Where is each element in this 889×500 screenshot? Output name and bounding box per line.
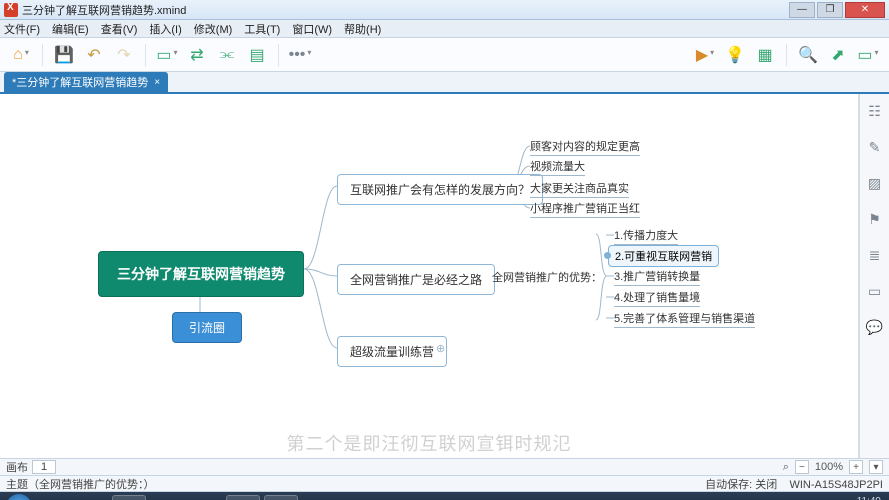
taskbar-app-3[interactable]: ◑ — [188, 495, 222, 500]
app-icon — [4, 3, 18, 17]
host-name: WIN-A15S48JP2PI — [789, 479, 883, 491]
leaf[interactable]: 3.推广营销转换量 — [614, 268, 700, 286]
topic-button[interactable]: ▭ — [156, 44, 178, 66]
close-button[interactable]: ✕ — [845, 2, 885, 18]
attachment-icon[interactable]: ▭ — [866, 282, 884, 300]
separator — [145, 44, 146, 66]
root-topic[interactable]: 三分钟了解互联网营销趋势 — [98, 251, 304, 297]
selection-handle[interactable] — [604, 252, 611, 259]
home-button[interactable]: ⌂ — [10, 44, 32, 66]
gantt-button[interactable]: ▦ — [754, 44, 776, 66]
leaf[interactable]: 1.传播力度大 — [614, 227, 678, 245]
toolbar: ⌂ 💾 ↶ ↷ ▭ ⇄ ⫘ ▤ ••• ▶ 💡 ▦ 🔍 ⬈ ▭ — [0, 38, 889, 72]
menu-modify[interactable]: 修改(M) — [194, 21, 233, 37]
outline-icon[interactable]: ☷ — [866, 102, 884, 120]
taskbar-ie-icon[interactable]: e — [36, 495, 70, 500]
leaf[interactable]: 小程序推广营销正当红 — [530, 200, 640, 218]
canvas[interactable]: 三分钟了解互联网营销趋势 引流圈 互联网推广会有怎样的发展方向？ 顾客对内容的规… — [0, 94, 859, 458]
status-bar: 主题（全网营销推广的优势：） 自动保存: 关闭 WIN-A15S48JP2PI — [0, 476, 889, 492]
idea-button[interactable]: 💡 — [724, 44, 746, 66]
leaf[interactable]: 视频流量大 — [530, 158, 585, 176]
leaf[interactable]: 大家更关注商品真实 — [530, 180, 629, 198]
tab-strip: *三分钟了解互联网营销趋势 × — [0, 72, 889, 94]
separator — [42, 44, 43, 66]
relationship-button[interactable]: ⫘ — [216, 44, 238, 66]
taskbar-app-2[interactable]: ◐ — [150, 495, 184, 500]
menu-window[interactable]: 窗口(W) — [292, 21, 332, 37]
maximize-button[interactable]: ❐ — [817, 2, 843, 18]
menu-tools[interactable]: 工具(T) — [244, 21, 280, 37]
taskbar: ◉ e 📁 ◎ ◐ ◑ ▣ ▢ 11:49 2021/8/28 — [0, 492, 889, 500]
search-button[interactable]: 🔍 — [797, 44, 819, 66]
leaf[interactable]: 顾客对内容的规定更高 — [530, 138, 640, 156]
branch-topic-1[interactable]: 互联网推广会有怎样的发展方向？ — [337, 174, 543, 205]
tab-label: *三分钟了解互联网营销趋势 — [12, 74, 148, 90]
image-icon[interactable]: ▨ — [866, 174, 884, 192]
branch-topic-3[interactable]: 超级流量训练营 — [337, 336, 447, 367]
title-bar: 三分钟了解互联网营销趋势.xmind — ❐ ✕ — [0, 0, 889, 20]
taskbar-app-1[interactable]: ◎ — [112, 495, 146, 500]
leaf[interactable]: 4.处理了销售量境 — [614, 289, 700, 307]
boundary-button[interactable]: ▤ — [246, 44, 268, 66]
status-right: 自动保存: 关闭 WIN-A15S48JP2PI — [705, 476, 883, 492]
zoom-controls: ⌕ − 100% + ▾ — [783, 460, 883, 474]
workspace: 三分钟了解互联网营销趋势 引流圈 互联网推广会有怎样的发展方向？ 顾客对内容的规… — [0, 94, 889, 458]
leaf[interactable]: 5.完善了体系管理与销售渠道 — [614, 310, 755, 328]
sheet-bar: 画布 1 ⌕ − 100% + ▾ — [0, 458, 889, 476]
side-panel: ☷ ✎ ▨ ⚑ ≣ ▭ 💬 — [859, 94, 889, 458]
system-tray[interactable]: 11:49 2021/8/28 — [837, 496, 886, 500]
start-button[interactable]: ◉ — [6, 494, 32, 500]
share-button[interactable]: ⬈ — [827, 44, 849, 66]
save-button[interactable]: 💾 — [53, 44, 75, 66]
separator — [786, 44, 787, 66]
notes-icon[interactable]: ≣ — [866, 246, 884, 264]
present-button[interactable]: ▶ — [694, 44, 716, 66]
export-button[interactable]: ▭ — [857, 44, 879, 66]
more-button[interactable]: ••• — [289, 44, 311, 66]
document-tab[interactable]: *三分钟了解互联网营销趋势 × — [4, 72, 168, 92]
taskbar-xmind-icon[interactable]: ▣ — [226, 495, 260, 500]
window-title: 三分钟了解互联网营销趋势.xmind — [22, 2, 787, 18]
zoom-menu-button[interactable]: ▾ — [869, 460, 883, 474]
subtopic-button[interactable]: ⇄ — [186, 44, 208, 66]
comments-icon[interactable]: 💬 — [866, 318, 884, 336]
minimize-button[interactable]: — — [789, 2, 815, 18]
sheet-tab[interactable]: 1 — [32, 460, 56, 474]
menu-file[interactable]: 文件(F) — [4, 21, 40, 37]
undo-button[interactable]: ↶ — [83, 44, 105, 66]
summary-label[interactable]: 全网营销推广的优势： — [492, 269, 602, 285]
watermark-text: 第二个是即汪彻互联网宣铒时规氾 — [287, 430, 572, 456]
taskbar-app-4[interactable]: ▢ — [264, 495, 298, 500]
separator — [278, 44, 279, 66]
menu-bar: 文件(F) 编辑(E) 查看(V) 插入(I) 修改(M) 工具(T) 窗口(W… — [0, 20, 889, 38]
tab-close-icon[interactable]: × — [154, 77, 160, 88]
leaf-selected[interactable]: 2.可重视互联网营销 — [608, 245, 719, 267]
menu-edit[interactable]: 编辑(E) — [52, 21, 89, 37]
zoom-in-button[interactable]: + — [849, 460, 863, 474]
window-controls: — ❐ ✕ — [787, 2, 885, 18]
menu-view[interactable]: 查看(V) — [101, 21, 138, 37]
redo-button[interactable]: ↷ — [113, 44, 135, 66]
menu-help[interactable]: 帮助(H) — [344, 21, 381, 37]
zoom-out-button[interactable]: − — [795, 460, 809, 474]
zoom-value: 100% — [815, 461, 843, 473]
marker-icon[interactable]: ⚑ — [866, 210, 884, 228]
add-subtopic-icon[interactable]: ⊕ — [436, 342, 445, 355]
fit-icon[interactable]: ⌕ — [783, 461, 789, 474]
format-icon[interactable]: ✎ — [866, 138, 884, 156]
taskbar-explorer-icon[interactable]: 📁 — [74, 495, 108, 500]
tray-time: 11:49 — [837, 496, 882, 500]
branch-topic-2[interactable]: 全网营销推广是必经之路 — [337, 264, 495, 295]
floating-topic[interactable]: 引流圈 — [172, 312, 242, 343]
sheet-label: 画布 — [6, 459, 28, 475]
menu-insert[interactable]: 插入(I) — [149, 21, 181, 37]
status-topic: 主题（全网营销推广的优势：） — [6, 476, 155, 492]
autosave-status: 自动保存: 关闭 — [705, 479, 777, 491]
